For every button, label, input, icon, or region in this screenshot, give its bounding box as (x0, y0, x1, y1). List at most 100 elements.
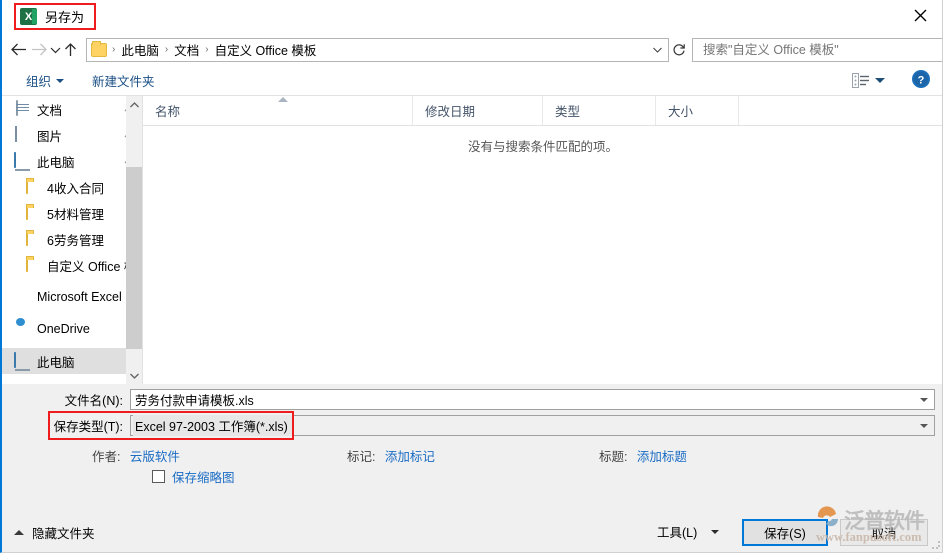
svg-text:?: ? (918, 75, 925, 87)
window-title: 另存为 (45, 10, 85, 25)
breadcrumb-item-2[interactable]: 自定义 Office 模板 (212, 38, 320, 61)
author-field[interactable]: 作者: 云版软件 (92, 446, 180, 465)
scrollbar-thumb[interactable] (126, 167, 142, 349)
filetype-label: 保存类型(T): (53, 420, 123, 434)
tags-field[interactable]: 标记: 添加标记 (347, 446, 435, 465)
author-value[interactable]: 云版软件 (130, 450, 180, 464)
save-button[interactable]: 保存(S) (742, 519, 828, 546)
folder-icon (24, 230, 41, 247)
sidebar-item-label: Microsoft Excel (37, 290, 122, 304)
breadcrumb-item-1[interactable]: 文档 (171, 38, 202, 61)
address-chevron-down-icon[interactable] (649, 39, 665, 61)
close-button[interactable] (897, 0, 942, 30)
up-one-level-icon[interactable] (63, 37, 78, 63)
sidebar-item-folder-material-mgmt[interactable]: 5材料管理 (2, 200, 142, 226)
sidebar-item-label: 文档 (37, 103, 63, 118)
folder-icon (91, 40, 107, 57)
save-form: 文件名(N): 劳务付款申请模板.xls 保存类型(T): Excel 97-2… (2, 384, 942, 514)
filetype-chevron-down-icon[interactable] (920, 423, 928, 428)
tags-value[interactable]: 添加标记 (385, 450, 435, 464)
filename-label: 文件名(N): (64, 394, 123, 408)
column-header-size[interactable]: 大小 (656, 96, 739, 125)
help-button[interactable]: ? (911, 69, 931, 92)
save-thumbnail-row[interactable]: 保存缩略图 (152, 467, 235, 486)
excel-icon (14, 289, 31, 305)
navigation-pane[interactable]: 文档 图片 此电脑 4收入合同 5材料管理 6劳务管理 自定义 Office 模… (2, 96, 142, 384)
refresh-icon[interactable] (672, 38, 686, 62)
filetype-value: Excel 97-2003 工作簿(*.xls) (133, 415, 294, 436)
folder-icon (24, 256, 41, 273)
recent-locations-chevron-down-icon[interactable] (50, 37, 61, 63)
title-value[interactable]: 添加标题 (637, 450, 687, 464)
organize-label: 组织 (26, 75, 52, 89)
column-header-name[interactable]: 名称 (143, 96, 413, 125)
column-header-date-modified[interactable]: 修改日期 (413, 96, 543, 125)
column-header-row: 名称 修改日期 类型 大小 (143, 96, 942, 126)
content-area: 文档 图片 此电脑 4收入合同 5材料管理 6劳务管理 自定义 Office 模… (2, 96, 942, 384)
sidebar-item-this-pc-pinned[interactable]: 此电脑 (2, 148, 142, 174)
sidebar-item-microsoft-excel[interactable]: Microsoft Excel (2, 284, 142, 310)
breadcrumb-item-0[interactable]: 此电脑 (118, 38, 162, 61)
breadcrumb-separator: › (164, 44, 169, 55)
tools-label: 工具(L) (657, 526, 698, 540)
sidebar-item-this-pc[interactable]: 此电脑 (2, 348, 142, 374)
excel-icon (20, 8, 37, 25)
filename-value: 劳务付款申请模板.xls (135, 394, 254, 408)
hide-folders-label: 隐藏文件夹 (32, 527, 95, 541)
scroll-down-icon[interactable] (126, 367, 142, 384)
column-header-type[interactable]: 类型 (543, 96, 656, 125)
cancel-label: 取消 (871, 527, 897, 541)
sidebar-item-pictures[interactable]: 图片 (2, 122, 142, 148)
view-layout-icon (852, 73, 869, 88)
tags-label: 标记: (347, 450, 376, 464)
sort-ascending-icon (278, 97, 288, 102)
sidebar-item-documents[interactable]: 文档 (2, 96, 142, 122)
sidebar-scrollbar[interactable] (126, 96, 142, 384)
tools-button[interactable]: 工具(L) (657, 522, 720, 541)
computer-icon (14, 352, 31, 369)
filename-chevron-down-icon[interactable] (920, 397, 928, 402)
picture-icon (14, 126, 31, 143)
save-thumbnail-label[interactable]: 保存缩略图 (172, 467, 235, 486)
column-label: 名称 (155, 105, 181, 119)
address-bar[interactable]: › 此电脑 › 文档 › 自定义 Office 模板 (86, 37, 669, 62)
new-folder-label: 新建文件夹 (92, 75, 155, 89)
sidebar-item-folder-custom-office-templates[interactable]: 自定义 Office 模板 (2, 252, 142, 278)
save-as-dialog: 另存为 › 此电脑 › 文档 › 自定义 Offic (0, 0, 943, 553)
help-icon: ? (912, 70, 930, 88)
filename-input[interactable]: 劳务付款申请模板.xls (130, 389, 935, 410)
cancel-button[interactable]: 取消 (840, 519, 928, 546)
sidebar-item-folder-income-contract[interactable]: 4收入合同 (2, 174, 142, 200)
scroll-up-icon[interactable] (126, 96, 142, 113)
filetype-combobox[interactable]: Excel 97-2003 工作簿(*.xls) (130, 415, 935, 436)
search-input[interactable] (701, 41, 942, 58)
title-highlight-box: 另存为 (14, 3, 97, 30)
tools-chevron-down-icon[interactable] (711, 529, 720, 534)
sidebar-item-folder-labor-mgmt[interactable]: 6劳务管理 (2, 226, 142, 252)
resize-grip[interactable] (931, 540, 941, 550)
breadcrumb-separator: › (205, 44, 209, 55)
organize-button[interactable]: 组织 (20, 68, 70, 93)
view-chevron-down-icon[interactable] (875, 78, 885, 83)
forward-icon[interactable] (31, 37, 48, 63)
file-list[interactable]: 名称 修改日期 类型 大小 没有与搜索条件匹配的项。 (143, 96, 942, 384)
back-icon[interactable] (10, 37, 27, 63)
command-bar: 组织 新建文件夹 ? (2, 66, 942, 96)
title-field[interactable]: 标题: 添加标题 (599, 446, 687, 465)
sidebar-item-label: 6劳务管理 (47, 233, 104, 248)
save-thumbnail-checkbox[interactable] (152, 470, 165, 483)
sidebar-item-onedrive[interactable]: OneDrive (2, 316, 142, 342)
hide-folders-toggle[interactable]: 隐藏文件夹 (14, 523, 95, 542)
filename-row: 文件名(N): 劳务付款申请模板.xls (2, 389, 942, 410)
new-folder-button[interactable]: 新建文件夹 (86, 68, 161, 93)
metadata-row: 作者: 云版软件 标记: 添加标记 标题: 添加标题 (2, 446, 942, 468)
search-box[interactable] (692, 37, 942, 62)
column-label: 修改日期 (425, 105, 476, 119)
view-layout-button[interactable] (848, 70, 889, 91)
sidebar-item-label: 此电脑 (37, 355, 75, 370)
dialog-footer: 隐藏文件夹 工具(L) 保存(S) 取消 (2, 514, 942, 552)
title-label: 标题: (599, 450, 628, 464)
save-label: 保存(S) (764, 527, 806, 541)
breadcrumb-separator: › (112, 44, 116, 55)
folder-icon (24, 178, 41, 195)
